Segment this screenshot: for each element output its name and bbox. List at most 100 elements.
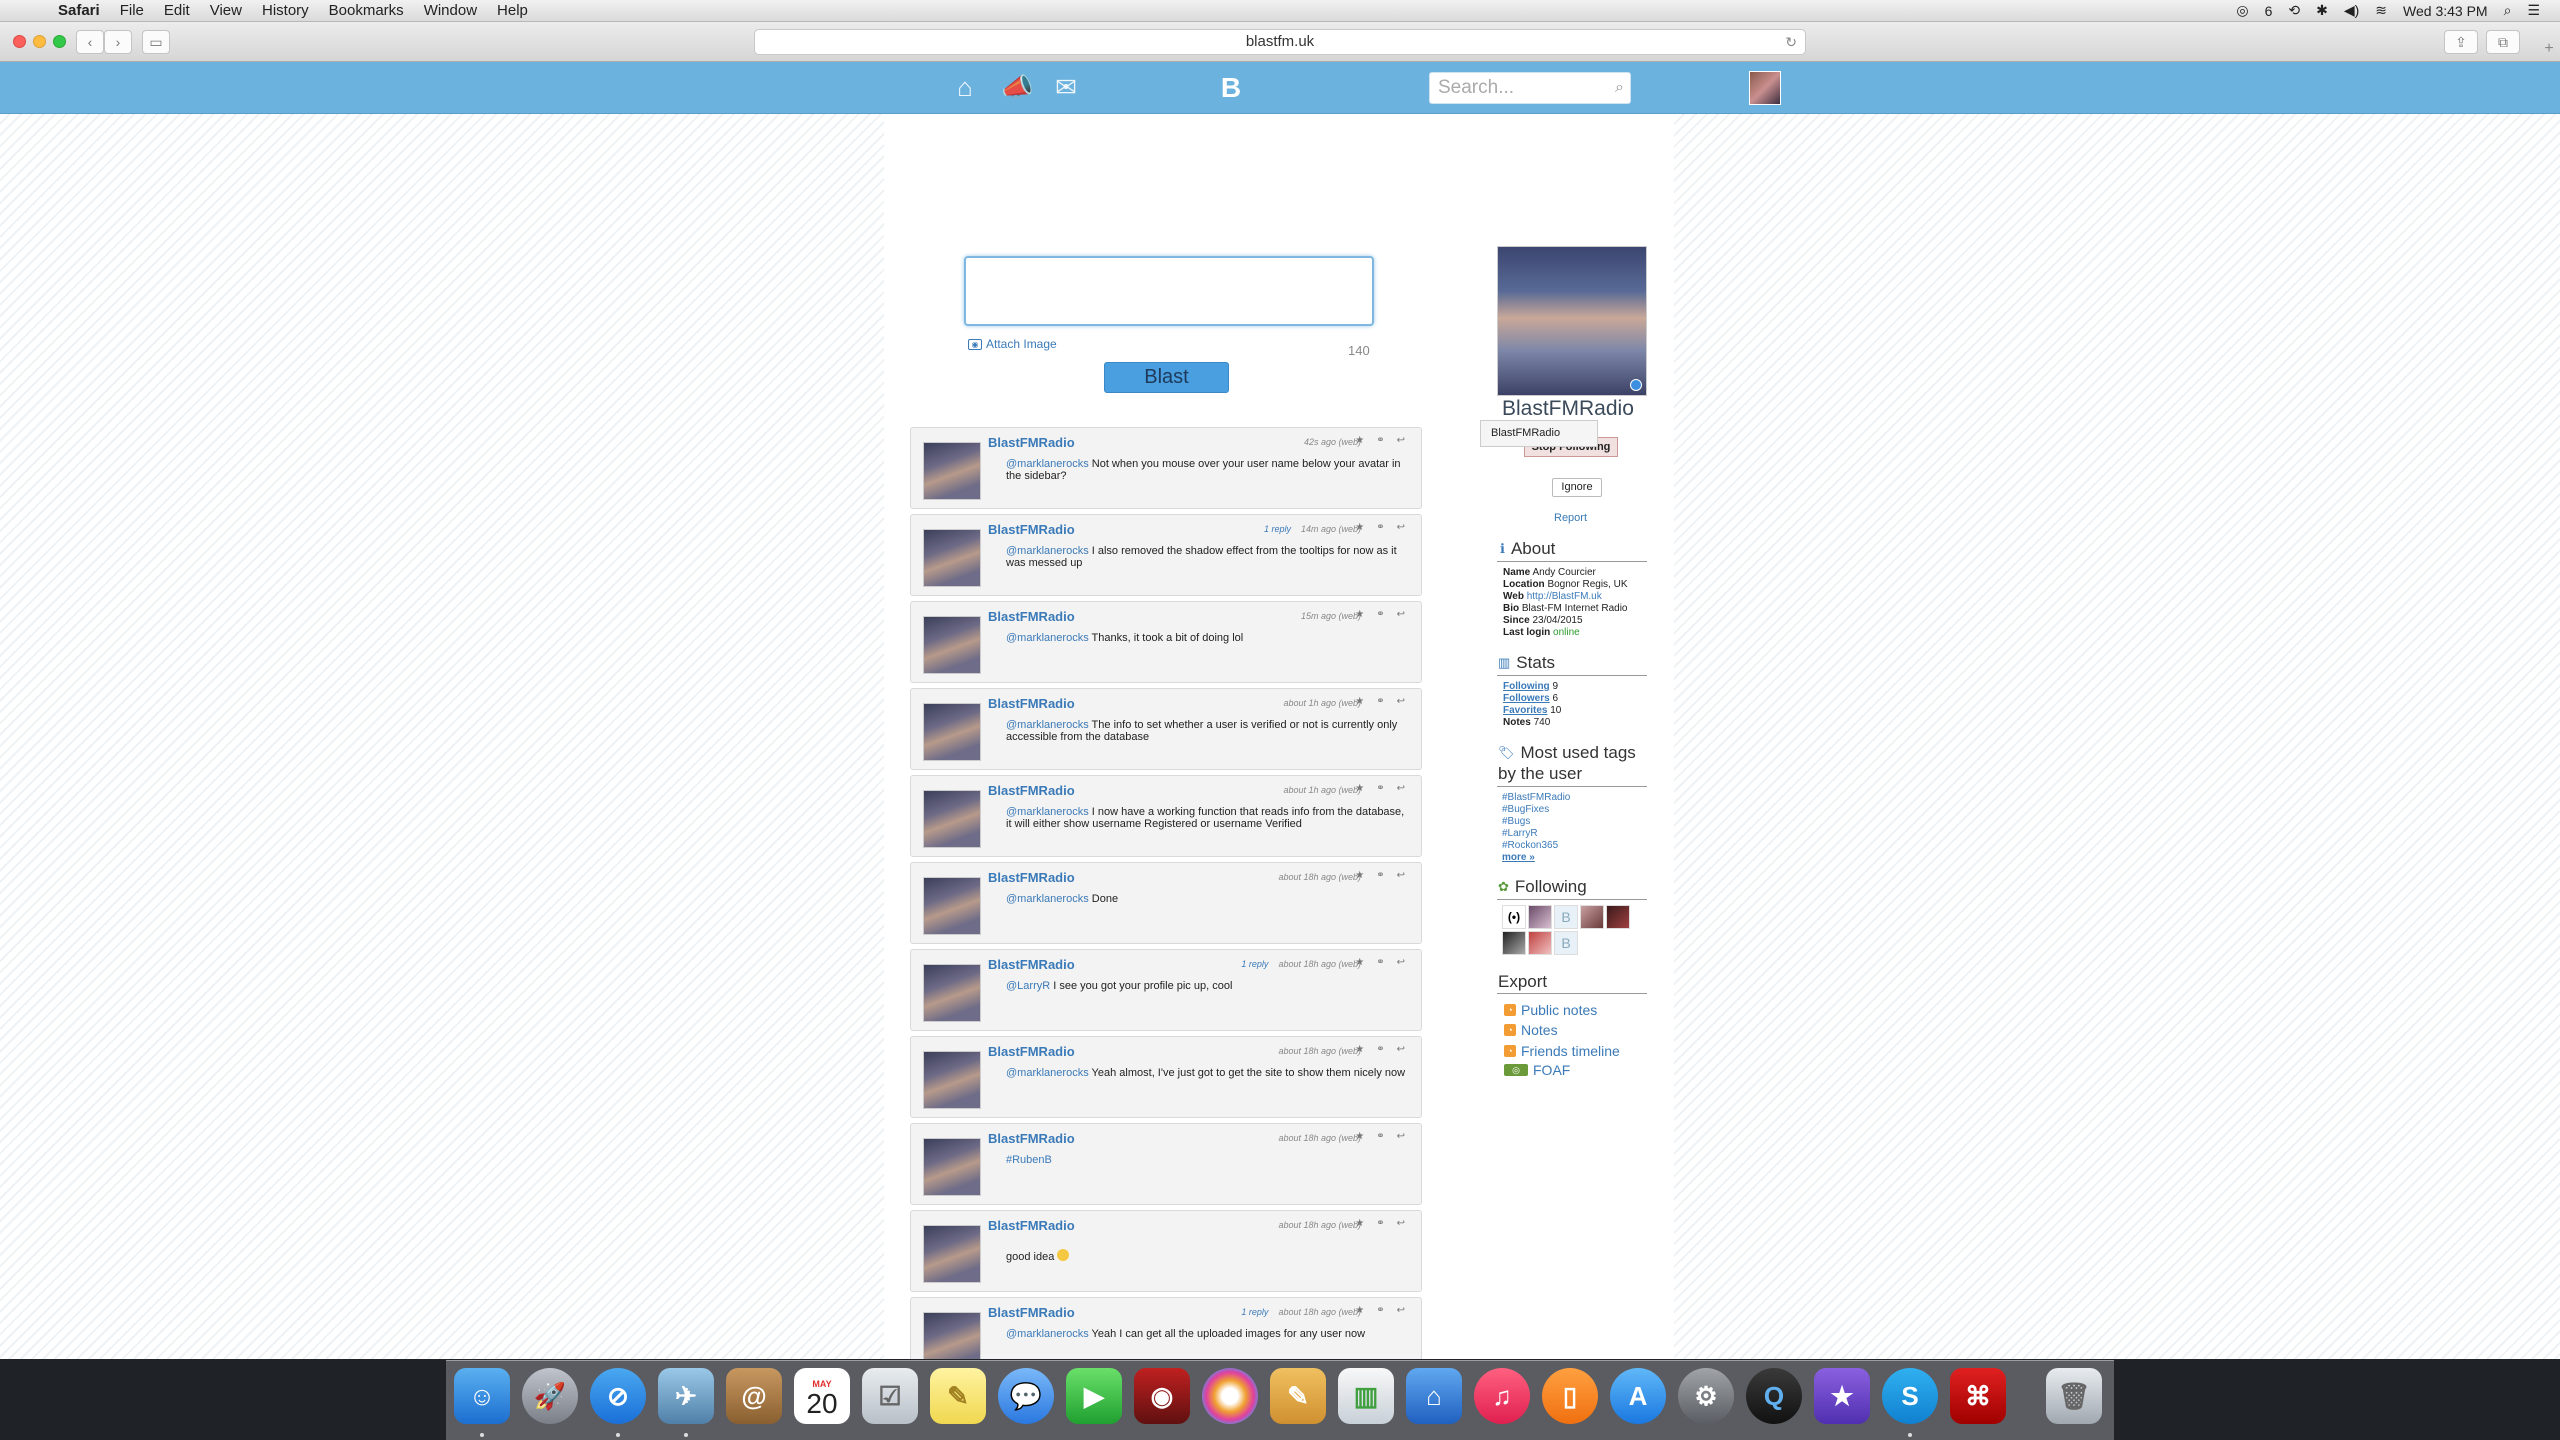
note-username[interactable]: BlastFMRadio (988, 522, 1075, 537)
permalink-icon[interactable]: ⚭ (1376, 1218, 1384, 1229)
itunes-icon[interactable]: ♫ (1474, 1368, 1530, 1424)
following-avatar[interactable] (1580, 905, 1604, 929)
notes-app-icon[interactable]: ✎ (930, 1368, 986, 1424)
following-avatar[interactable]: B (1554, 931, 1578, 955)
minimize-window-button[interactable] (33, 35, 46, 48)
note-username[interactable]: BlastFMRadio (988, 1131, 1075, 1146)
site-logo[interactable]: B (1216, 72, 1246, 104)
new-tab-button[interactable]: + (2538, 40, 2560, 60)
favorite-icon[interactable]: ★ (1355, 435, 1364, 446)
wifi-icon[interactable]: ≋ (2375, 2, 2387, 19)
acrobat-icon[interactable]: ⌘ (1950, 1368, 2006, 1424)
note-timestamp[interactable]: about 18h ago (web) (1278, 1046, 1361, 1056)
note-timestamp[interactable]: 42s ago (web) (1304, 437, 1361, 447)
tag-link[interactable]: #LarryR (1502, 828, 1538, 839)
note-timestamp[interactable]: about 18h ago (web) (1278, 1307, 1361, 1317)
note-username[interactable]: BlastFMRadio (988, 870, 1075, 885)
note-textarea[interactable] (964, 256, 1374, 326)
export-notes-link[interactable]: ◔ Notes (1504, 1022, 1558, 1038)
permalink-icon[interactable]: ⚭ (1376, 1044, 1384, 1055)
note-avatar[interactable] (923, 877, 981, 935)
note-avatar[interactable] (923, 790, 981, 848)
favorite-icon[interactable]: ★ (1355, 870, 1364, 881)
note-mention-link[interactable]: @marklanerocks (1006, 1067, 1089, 1079)
photos-icon[interactable] (1202, 1368, 1258, 1424)
messages-icon[interactable]: ✉ (1051, 72, 1081, 102)
menu-bookmarks[interactable]: Bookmarks (319, 2, 414, 19)
ignore-button[interactable]: Ignore (1552, 478, 1602, 497)
following-avatar[interactable] (1502, 931, 1526, 955)
user-avatar[interactable] (1749, 71, 1781, 105)
contacts-icon[interactable]: @ (726, 1368, 782, 1424)
bluetooth-icon[interactable]: ✱ (2316, 2, 2328, 19)
note-mention-link[interactable]: @marklanerocks (1006, 545, 1089, 557)
reply-icon[interactable]: ↩ (1397, 435, 1405, 446)
reply-icon[interactable]: ↩ (1397, 609, 1405, 620)
note-username[interactable]: BlastFMRadio (988, 1305, 1075, 1320)
note-username[interactable]: BlastFMRadio (988, 957, 1075, 972)
note-timestamp[interactable]: about 18h ago (web) (1278, 1133, 1361, 1143)
calendar-icon[interactable]: MAY 20 (794, 1368, 850, 1424)
permalink-icon[interactable]: ⚭ (1376, 957, 1384, 968)
app-store-icon[interactable]: A (1610, 1368, 1666, 1424)
finder-icon[interactable]: ☺ (454, 1368, 510, 1424)
note-mention-link[interactable]: @marklanerocks (1006, 632, 1089, 644)
note-username[interactable]: BlastFMRadio (988, 1044, 1075, 1059)
note-mention-link[interactable]: #RubenB (1006, 1154, 1052, 1166)
note-timestamp[interactable]: about 1h ago (web) (1283, 785, 1361, 795)
menu-file[interactable]: File (110, 2, 154, 19)
favorite-icon[interactable]: ★ (1355, 1044, 1364, 1055)
trash-icon[interactable]: 🗑 (2046, 1368, 2102, 1424)
reply-icon[interactable]: ↩ (1397, 1131, 1405, 1142)
sidebar-toggle-button[interactable]: ▭ (142, 30, 170, 54)
note-username[interactable]: BlastFMRadio (988, 1218, 1075, 1233)
following-avatar[interactable] (1528, 905, 1552, 929)
profile-username[interactable]: BlastFMRadio (1502, 397, 1634, 421)
stats-favorites-link[interactable]: Favorites (1503, 705, 1547, 716)
tag-link[interactable]: #Rockon365 (1502, 840, 1558, 851)
favorite-icon[interactable]: ★ (1355, 1218, 1364, 1229)
tag-link[interactable]: #BlastFMRadio (1502, 792, 1570, 803)
tabs-overview-button[interactable]: ⧉ (2486, 30, 2520, 54)
reply-icon[interactable]: ↩ (1397, 1305, 1405, 1316)
launchpad-icon[interactable]: 🚀 (522, 1368, 578, 1424)
time-machine-icon[interactable]: ⟲ (2288, 2, 2300, 19)
permalink-icon[interactable]: ⚭ (1376, 1305, 1384, 1316)
following-avatar[interactable]: (•) (1502, 905, 1526, 929)
close-window-button[interactable] (13, 35, 26, 48)
note-replies-link[interactable]: 1 reply (1241, 1307, 1268, 1317)
note-timestamp[interactable]: about 18h ago (web) (1278, 959, 1361, 969)
note-replies-link[interactable]: 1 reply (1264, 524, 1291, 534)
report-link[interactable]: Report (1554, 512, 1587, 524)
ibooks-icon[interactable]: ▯ (1542, 1368, 1598, 1424)
note-username[interactable]: BlastFMRadio (988, 435, 1075, 450)
note-mention-link[interactable]: @marklanerocks (1006, 458, 1089, 470)
home-icon[interactable]: ⌂ (950, 72, 980, 102)
note-avatar[interactable] (923, 1225, 981, 1283)
note-avatar[interactable] (923, 1138, 981, 1196)
reply-icon[interactable]: ↩ (1397, 1044, 1405, 1055)
spotlight-icon[interactable]: ⌕ (2504, 2, 2512, 19)
address-bar[interactable]: blastfm.uk ↻ (754, 29, 1806, 55)
keynote-icon[interactable]: ⌂ (1406, 1368, 1462, 1424)
permalink-icon[interactable]: ⚭ (1376, 870, 1384, 881)
note-avatar[interactable] (923, 529, 981, 587)
note-mention-link[interactable]: @marklanerocks (1006, 806, 1089, 818)
menu-help[interactable]: Help (487, 2, 538, 19)
pages-icon[interactable]: ✎ (1270, 1368, 1326, 1424)
quicktime-icon[interactable]: Q (1746, 1368, 1802, 1424)
note-username[interactable]: BlastFMRadio (988, 783, 1075, 798)
battery-count[interactable]: 6 (2265, 3, 2273, 19)
export-friends-timeline-link[interactable]: ◔ Friends timeline (1504, 1043, 1620, 1059)
mail-icon[interactable]: ✈ (658, 1368, 714, 1424)
favorite-icon[interactable]: ★ (1355, 1131, 1364, 1142)
favorite-icon[interactable]: ★ (1355, 1305, 1364, 1316)
following-avatar[interactable]: B (1554, 905, 1578, 929)
photo-booth-icon[interactable]: ◉ (1134, 1368, 1190, 1424)
permalink-icon[interactable]: ⚭ (1376, 783, 1384, 794)
menu-clock[interactable]: Wed 3:43 PM (2403, 3, 2488, 19)
permalink-icon[interactable]: ⚭ (1376, 696, 1384, 707)
note-avatar[interactable] (923, 1051, 981, 1109)
menu-view[interactable]: View (200, 2, 252, 19)
note-mention-link[interactable]: @marklanerocks (1006, 719, 1089, 731)
